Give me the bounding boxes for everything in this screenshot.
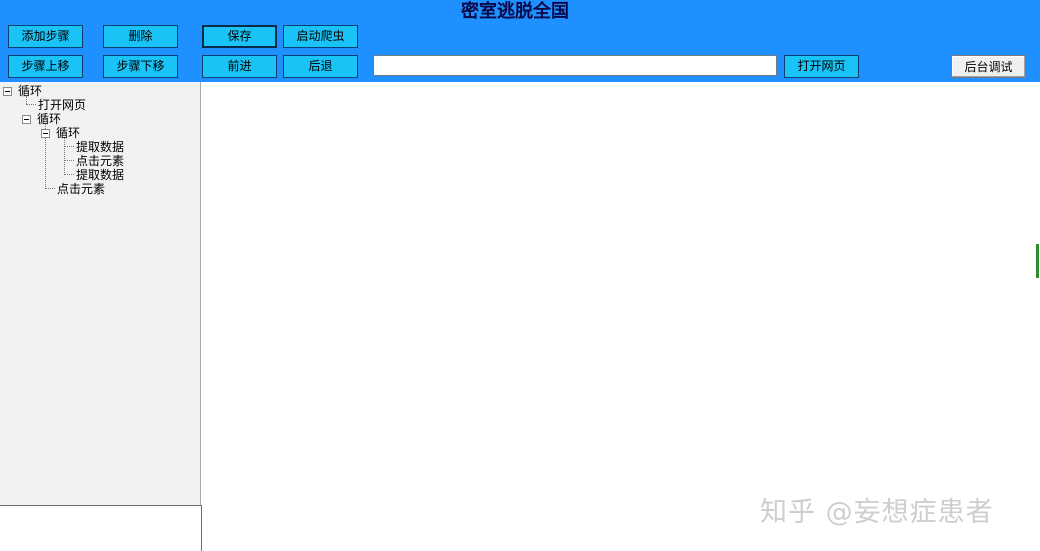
tree-connector [64,174,74,175]
step-up-button[interactable]: 步骤上移 [8,55,83,78]
tree-node-loop[interactable]: 循环 [56,127,80,140]
add-step-button[interactable]: 添加步骤 [8,25,83,48]
start-crawler-button[interactable]: 启动爬虫 [283,25,358,48]
window-edge-indicator [1036,244,1039,278]
collapse-toggle-icon[interactable] [22,115,31,124]
collapse-toggle-icon[interactable] [41,129,50,138]
tree-node-click-element[interactable]: 点击元素 [57,183,105,196]
tree-connector [26,104,36,105]
watermark: 知乎 @妄想症患者 [760,497,994,528]
toolbar: 密室逃脱全国 添加步骤 删除 保存 启动爬虫 步骤上移 步骤下移 前进 后退 打… [0,0,1040,82]
tree-connector [45,188,55,189]
save-button[interactable]: 保存 [202,25,277,48]
tree-node-loop[interactable]: 循环 [18,85,42,98]
delete-button[interactable]: 删除 [103,25,178,48]
step-properties-panel[interactable] [0,505,202,551]
tree-node-extract-data[interactable]: 提取数据 [76,141,124,154]
tree-node-loop[interactable]: 循环 [37,113,61,126]
browser-view[interactable] [202,82,1040,551]
back-button[interactable]: 后退 [283,55,358,78]
task-tree: 循环 打开网页 循环 循环 提取数据 点击元素 提取数据 点击元素 [0,82,200,282]
tree-connector [64,137,65,175]
window-title: 密室逃脱全国 [461,1,569,22]
forward-button[interactable]: 前进 [202,55,277,78]
backend-debug-button[interactable]: 后台调试 [951,55,1026,78]
tree-node-open-page[interactable]: 打开网页 [38,99,86,112]
step-down-button[interactable]: 步骤下移 [103,55,178,78]
url-input[interactable] [373,55,777,76]
tree-connector [64,160,74,161]
tree-connector [64,146,74,147]
tree-node-extract-data[interactable]: 提取数据 [76,169,124,182]
collapse-toggle-icon[interactable] [3,87,12,96]
open-page-button[interactable]: 打开网页 [784,55,859,78]
task-tree-panel: 循环 打开网页 循环 循环 提取数据 点击元素 提取数据 点击元素 [0,82,201,505]
tree-node-click-element[interactable]: 点击元素 [76,155,124,168]
